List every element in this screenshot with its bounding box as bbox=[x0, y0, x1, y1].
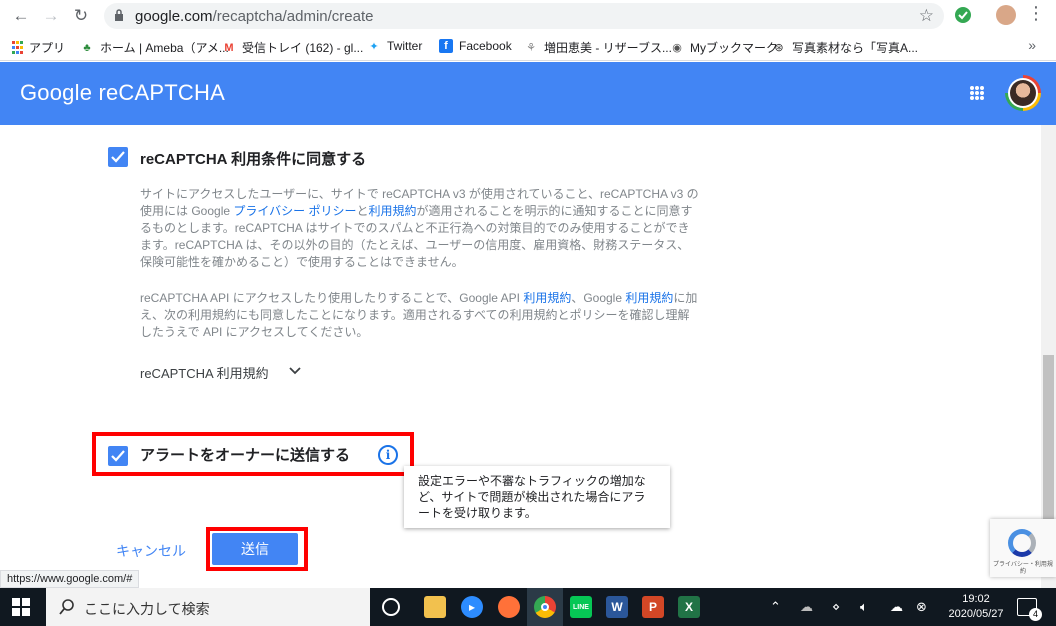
lock-icon bbox=[115, 9, 123, 21]
back-icon[interactable]: ← bbox=[10, 5, 32, 27]
bookmark-ameba[interactable]: ♣ ホーム | Ameba（アメ... bbox=[80, 39, 228, 56]
reload-icon[interactable]: ↻ bbox=[70, 5, 92, 27]
reserve-icon: ⚘ bbox=[526, 42, 536, 54]
bookmarks-bar: アプリ ♣ ホーム | Ameba（アメ... M 受信トレイ (162) - … bbox=[0, 33, 1056, 61]
send-alerts-checkbox[interactable] bbox=[108, 446, 128, 466]
terms-paragraph-1: サイトにアクセスしたユーザーに、サイトで reCAPTCHA v3 が使用されて… bbox=[140, 187, 699, 269]
chrome-icon[interactable] bbox=[534, 596, 556, 618]
close-circle-icon[interactable]: ⊗ bbox=[916, 599, 927, 615]
account-avatar[interactable] bbox=[1005, 75, 1041, 111]
search-icon bbox=[59, 599, 74, 615]
dropbox-icon[interactable]: ⋄ bbox=[832, 599, 840, 615]
recaptcha-badge[interactable]: プライバシー・利用規約 bbox=[990, 519, 1056, 577]
photo-icon: ⊛ bbox=[774, 42, 784, 54]
globe-icon: ◉ bbox=[672, 42, 682, 54]
bookmark-reserve[interactable]: ⚘ 増田恵美 - リザーブス... bbox=[524, 39, 672, 56]
taskbar-search[interactable]: ここに入力して検索 bbox=[46, 588, 370, 626]
terms-link[interactable]: 利用規約 bbox=[369, 204, 417, 218]
line-icon[interactable]: LINE bbox=[570, 596, 592, 618]
twitter-icon: ✦ bbox=[369, 40, 379, 53]
scrollbar-thumb[interactable] bbox=[1043, 355, 1054, 535]
google-apps-icon[interactable] bbox=[970, 86, 984, 100]
file-explorer-icon[interactable] bbox=[424, 596, 446, 618]
gmail-icon: M bbox=[224, 41, 234, 54]
windows-start-icon[interactable] bbox=[12, 598, 30, 616]
firefox-icon[interactable] bbox=[498, 596, 520, 618]
zoom-icon[interactable]: ▸ bbox=[461, 596, 483, 618]
app-title: Google reCAPTCHA bbox=[20, 80, 225, 105]
ameba-icon: ♣ bbox=[83, 41, 91, 54]
app-header: Google reCAPTCHA bbox=[0, 62, 1056, 125]
cortana-icon[interactable] bbox=[382, 598, 400, 616]
address-bar[interactable]: google.com/recaptcha/admin/create ☆ bbox=[104, 3, 944, 29]
status-url: https://www.google.com/# bbox=[0, 570, 140, 588]
taskbar-search-placeholder: ここに入力して検索 bbox=[84, 601, 210, 617]
profile-avatar[interactable] bbox=[996, 5, 1016, 25]
check-icon bbox=[111, 151, 125, 163]
bookmark-gmail[interactable]: M 受信トレイ (162) - gl... bbox=[222, 39, 363, 56]
excel-icon[interactable]: X bbox=[678, 596, 700, 618]
recaptcha-badge-text[interactable]: プライバシー・利用規約 bbox=[992, 562, 1054, 576]
info-icon[interactable]: i bbox=[378, 445, 398, 465]
chevron-down-icon[interactable] bbox=[288, 364, 302, 378]
bookmark-photo[interactable]: ⊛ 写真素材なら「写真A... bbox=[772, 39, 918, 56]
word-icon[interactable]: W bbox=[606, 596, 628, 618]
facebook-icon: f bbox=[439, 39, 453, 53]
menu-kebab-icon[interactable]: ⋮ bbox=[1027, 3, 1045, 24]
onedrive-icon[interactable]: ☁ bbox=[800, 599, 813, 615]
bookmark-facebook[interactable]: f Facebook bbox=[439, 39, 512, 53]
cancel-button[interactable]: キャンセル bbox=[116, 541, 186, 561]
url-text: google.com/recaptcha/admin/create bbox=[135, 8, 374, 25]
powerpoint-icon[interactable]: P bbox=[642, 596, 664, 618]
forward-icon[interactable]: → bbox=[40, 5, 62, 27]
taskbar-clock[interactable]: 19:02 2020/05/27 bbox=[946, 592, 1006, 622]
terms-paragraph-2: reCAPTCHA API にアクセスしたり使用したりすることで、Google … bbox=[140, 291, 698, 339]
volume-icon[interactable]: 🔈︎ bbox=[860, 599, 868, 615]
apps-icon bbox=[12, 41, 23, 55]
accept-terms-checkbox[interactable] bbox=[108, 147, 128, 167]
recaptcha-terms-toggle[interactable]: reCAPTCHA 利用規約 bbox=[140, 363, 269, 382]
api-terms-link[interactable]: 利用規約 bbox=[523, 291, 571, 305]
more-bookmarks-icon[interactable]: » bbox=[1028, 37, 1036, 53]
bookmark-mybookmark[interactable]: ◉ Myブックマーク bbox=[670, 39, 778, 56]
bookmark-star-icon[interactable]: ☆ bbox=[919, 6, 934, 26]
accept-terms-label: reCAPTCHA 利用条件に同意する bbox=[140, 151, 367, 168]
recaptcha-logo-icon bbox=[1008, 529, 1036, 557]
browser-toolbar: ← → ↻ google.com/recaptcha/admin/create … bbox=[0, 0, 1056, 33]
check-icon bbox=[111, 450, 125, 462]
cloud-upload-icon[interactable]: ☁ bbox=[890, 599, 903, 615]
notification-center-icon[interactable]: 4 bbox=[1017, 598, 1042, 621]
tray-expand-icon[interactable]: ⌃ bbox=[770, 599, 781, 615]
privacy-policy-link[interactable]: プライバシー ポリシー bbox=[233, 204, 356, 218]
bookmark-twitter[interactable]: ✦ Twitter bbox=[367, 39, 422, 53]
submit-button[interactable]: 送信 bbox=[212, 533, 298, 565]
windows-taskbar: ここに入力して検索 ▸ LINE W P X ⌃ ☁ ⋄ 🔈︎ ☁ ⊗ 19:0… bbox=[0, 588, 1056, 626]
bookmark-apps[interactable]: アプリ bbox=[12, 39, 65, 56]
google-terms-link[interactable]: 利用規約 bbox=[625, 291, 673, 305]
extension-icon[interactable] bbox=[953, 5, 973, 25]
alert-tooltip: 設定エラーや不審なトラフィックの増加など、サイトで問題が検出された場合にアラート… bbox=[404, 466, 670, 528]
send-alerts-label: アラートをオーナーに送信する bbox=[140, 447, 351, 464]
